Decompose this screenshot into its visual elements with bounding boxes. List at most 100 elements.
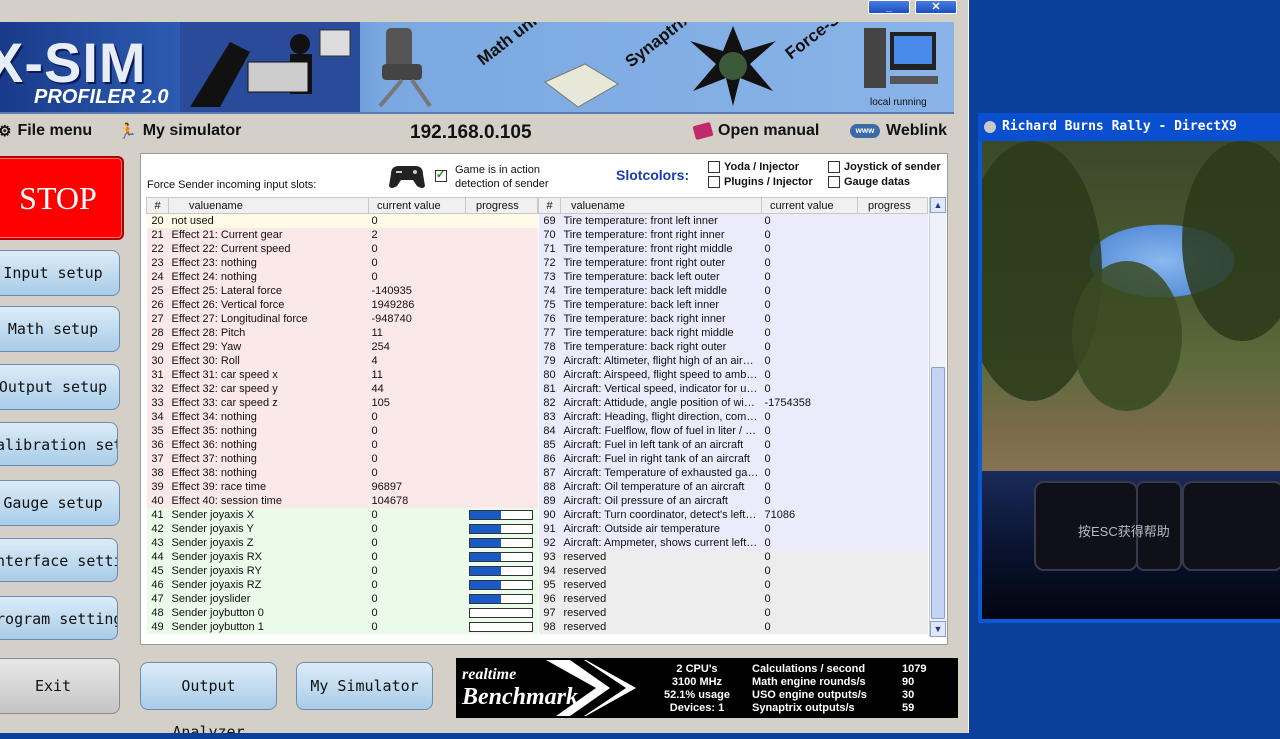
table-row[interactable]: 48 Sender joybutton 0 0: [146, 606, 538, 620]
col-header-valuename[interactable]: valuename: [168, 197, 369, 214]
table-row[interactable]: 71 Tire temperature: front right middle 0: [538, 242, 928, 256]
scroll-thumb[interactable]: [931, 367, 945, 619]
weblink-menu[interactable]: www Weblink: [850, 122, 947, 140]
table-row[interactable]: 85 Aircraft: Fuel in left tank of an airc…: [538, 438, 928, 452]
game-window-title[interactable]: Richard Burns Rally - DirectX9: [978, 113, 1280, 141]
table-row[interactable]: 27 Effect 27: Longitudinal force -948740: [146, 312, 538, 326]
table-row[interactable]: 23 Effect 23: nothing 0: [146, 256, 538, 270]
table-row[interactable]: 45 Sender joyaxis RY 0: [146, 564, 538, 578]
output-analyzer-button[interactable]: Output Analyzer: [140, 662, 277, 733]
table-row[interactable]: 34 Effect 34: nothing 0: [146, 410, 538, 424]
table-row[interactable]: 41 Sender joyaxis X 0: [146, 508, 538, 522]
table-row[interactable]: 46 Sender joyaxis RZ 0: [146, 578, 538, 592]
table-row[interactable]: 49 Sender joybutton 1 0: [146, 620, 538, 634]
table-row[interactable]: 77 Tire temperature: back right middle 0: [538, 326, 928, 340]
table-row[interactable]: 89 Aircraft: Oil pressure of an aircraft 0: [538, 494, 928, 508]
table-row[interactable]: 86 Aircraft: Fuel in right tank of an air…: [538, 452, 928, 466]
table-row[interactable]: 69 Tire temperature: front left inner 0: [538, 213, 928, 228]
table-row[interactable]: 95 reserved 0: [538, 578, 928, 592]
table-row[interactable]: 74 Tire temperature: back left middle 0: [538, 284, 928, 298]
table-row[interactable]: 93 reserved 0: [538, 550, 928, 564]
col-header-progress[interactable]: progress: [465, 197, 538, 214]
stop-button[interactable]: STOP: [0, 156, 124, 240]
table-row[interactable]: 78 Tire temperature: back right outer 0: [538, 340, 928, 354]
table-row[interactable]: 76 Tire temperature: back right inner 0: [538, 312, 928, 326]
open-manual-menu[interactable]: Open manual: [692, 121, 819, 141]
legend-joystick-checkbox[interactable]: [828, 161, 840, 174]
legend-plugins[interactable]: Plugins / Injector: [708, 176, 813, 189]
exit-button[interactable]: Exit: [0, 658, 120, 714]
my-simulator-button[interactable]: My Simulator: [296, 662, 433, 710]
legend-plugins-checkbox[interactable]: [708, 176, 720, 189]
table-row[interactable]: 35 Effect 35: nothing 0: [146, 424, 538, 438]
table-row[interactable]: 87 Aircraft: Temperature of exhausted gas…: [538, 466, 928, 480]
my-simulator-menu[interactable]: 🏃 My simulator: [118, 122, 241, 140]
table-row[interactable]: 90 Aircraft: Turn coordinator, detect's l…: [538, 508, 928, 522]
table-row[interactable]: 33 Effect 33: car speed z 105: [146, 396, 538, 410]
table-row[interactable]: 38 Effect 38: nothing 0: [146, 466, 538, 480]
col-header-number[interactable]: #: [146, 197, 169, 214]
calibration-setup-button[interactable]: Calibration setup: [0, 422, 118, 466]
col-header-progress[interactable]: progress: [857, 197, 928, 214]
table-row[interactable]: 80 Aircraft: Airspeed, flight speed to am…: [538, 368, 928, 382]
legend-joystick[interactable]: Joystick of sender: [828, 161, 941, 174]
table-row[interactable]: 81 Aircraft: Vertical speed, indicator fo…: [538, 382, 928, 396]
input-setup-button[interactable]: Input setup: [0, 250, 120, 296]
table-row[interactable]: 72 Tire temperature: front right outer 0: [538, 256, 928, 270]
table-row[interactable]: 25 Effect 25: Lateral force -140935: [146, 284, 538, 298]
table-row[interactable]: 24 Effect 24: nothing 0: [146, 270, 538, 284]
legend-gauge-checkbox[interactable]: [828, 176, 840, 189]
table-row[interactable]: 29 Effect 29: Yaw 254: [146, 340, 538, 354]
table-row[interactable]: 42 Sender joyaxis Y 0: [146, 522, 538, 536]
close-button[interactable]: ✕: [915, 0, 957, 14]
table-row[interactable]: 26 Effect 26: Vertical force 1949286: [146, 298, 538, 312]
table-row[interactable]: 84 Aircraft: Fuelflow, flow of fuel in li…: [538, 424, 928, 438]
scroll-up-arrow[interactable]: ▲: [930, 197, 946, 213]
table-row[interactable]: 98 reserved 0: [538, 620, 928, 634]
table-row[interactable]: 83 Aircraft: Heading, flight direction, c…: [538, 410, 928, 424]
table-row[interactable]: 36 Effect 36: nothing 0: [146, 438, 538, 452]
table-row[interactable]: 97 reserved 0: [538, 606, 928, 620]
game-detection-checkbox[interactable]: [435, 168, 447, 182]
col-header-number[interactable]: #: [538, 197, 561, 214]
table-row[interactable]: 92 Aircraft: Ampmeter, shows current left…: [538, 536, 928, 550]
table-row[interactable]: 32 Effect 32: car speed y 44: [146, 382, 538, 396]
col-header-valuename[interactable]: valuename: [560, 197, 762, 214]
col-header-current-value[interactable]: current value: [761, 197, 858, 214]
table-row[interactable]: 22 Effect 22: Current speed 0: [146, 242, 538, 256]
col-header-current-value[interactable]: current value: [368, 197, 466, 214]
table-row[interactable]: 31 Effect 31: car speed x 11: [146, 368, 538, 382]
table-row[interactable]: 28 Effect 28: Pitch 11: [146, 326, 538, 340]
output-setup-button[interactable]: Output setup: [0, 364, 120, 410]
scroll-down-arrow[interactable]: ▼: [930, 621, 946, 637]
table-row[interactable]: 44 Sender joyaxis RX 0: [146, 550, 538, 564]
interface-settings-button[interactable]: Interface settings: [0, 538, 118, 582]
table-row[interactable]: 21 Effect 21: Current gear 2: [146, 228, 538, 242]
legend-gauge[interactable]: Gauge datas: [828, 176, 910, 189]
table-row[interactable]: 70 Tire temperature: front right inner 0: [538, 228, 928, 242]
table-row[interactable]: 30 Effect 30: Roll 4: [146, 354, 538, 368]
table-row[interactable]: 39 Effect 39: race time 96897: [146, 480, 538, 494]
math-setup-button[interactable]: Math setup: [0, 306, 120, 352]
minimize-button[interactable]: _: [868, 0, 910, 14]
table-row[interactable]: 47 Sender joyslider 0: [146, 592, 538, 606]
table-row[interactable]: 79 Aircraft: Altimeter, flight high of an…: [538, 354, 928, 368]
game-viewport[interactable]: 按ESC获得帮助: [982, 141, 1280, 619]
table-row[interactable]: 37 Effect 37: nothing 0: [146, 452, 538, 466]
table-row[interactable]: 40 Effect 40: session time 104678: [146, 494, 538, 508]
game-window[interactable]: Richard Burns Rally - DirectX9 按ESC获得帮助: [978, 113, 1280, 623]
table-scrollbar[interactable]: ▲ ▼: [929, 197, 946, 637]
file-menu[interactable]: ⚙ File menu: [0, 122, 92, 140]
gauge-setup-button[interactable]: Gauge setup: [0, 480, 120, 526]
table-row[interactable]: 75 Tire temperature: back left inner 0: [538, 298, 928, 312]
table-row[interactable]: 20 not used 0: [146, 213, 538, 228]
table-row[interactable]: 73 Tire temperature: back left outer 0: [538, 270, 928, 284]
legend-yoda[interactable]: Yoda / Injector: [708, 161, 799, 174]
table-row[interactable]: 96 reserved 0: [538, 592, 928, 606]
table-row[interactable]: 94 reserved 0: [538, 564, 928, 578]
program-settings-button[interactable]: Program settings: [0, 596, 118, 640]
table-row[interactable]: 88 Aircraft: Oil temperature of an aircra…: [538, 480, 928, 494]
table-row[interactable]: 91 Aircraft: Outside air temperature 0: [538, 522, 928, 536]
table-row[interactable]: 82 Aircraft: Attidude, angle position of …: [538, 396, 928, 410]
legend-yoda-checkbox[interactable]: [708, 161, 720, 174]
